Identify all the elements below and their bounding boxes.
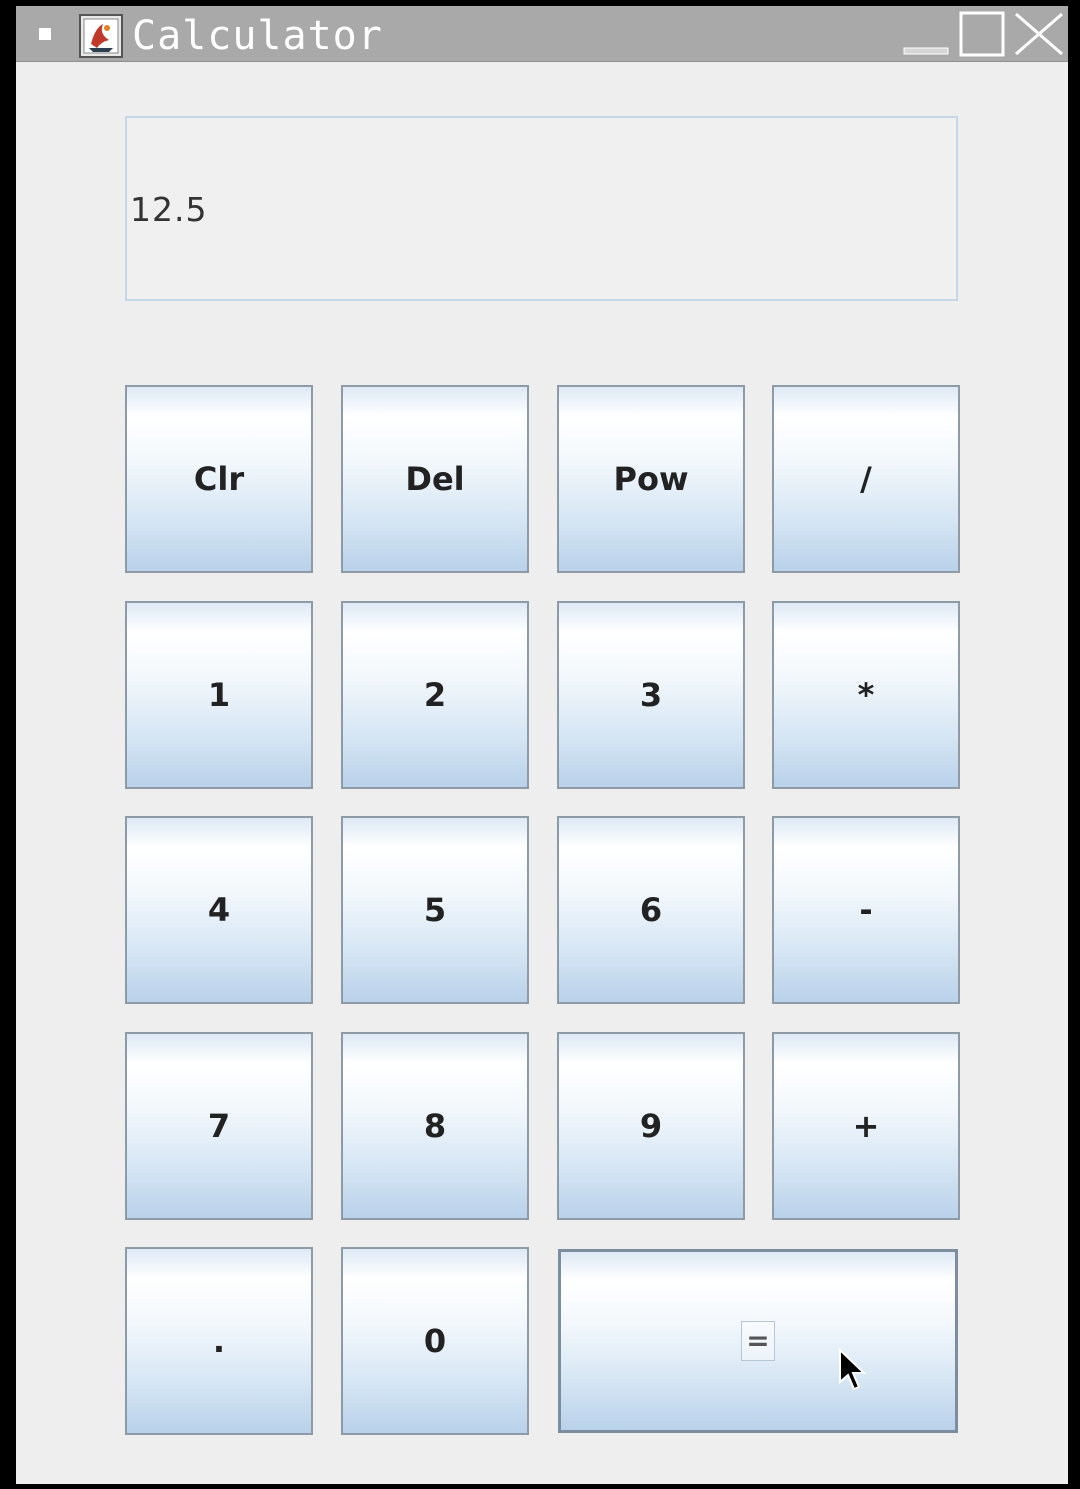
digit-2-button[interactable]: 2 [341,601,529,789]
display-value: 12.5 [130,190,208,229]
equals-button[interactable]: = [558,1249,958,1433]
calculator-window: Calculator 12.5 Clr Del Pow / 1 2 3 * 4 … [16,6,1068,1484]
decimal-button-label: . [212,1322,226,1360]
digit-0-label: 0 [423,1322,447,1360]
close-icon[interactable] [1012,10,1066,58]
delete-button-label: Del [405,460,465,498]
subtract-button-label: - [859,891,873,929]
digit-6-button[interactable]: 6 [557,816,745,1004]
clear-button-label: Clr [193,460,245,498]
digit-7-label: 7 [207,1107,231,1145]
multiply-button[interactable]: * [772,601,960,789]
digit-4-button[interactable]: 4 [125,816,313,1004]
multiply-button-label: * [857,676,875,714]
window-menu-icon[interactable] [39,28,51,40]
clear-button[interactable]: Clr [125,385,313,573]
power-button-label: Pow [613,460,689,498]
digit-1-button[interactable]: 1 [125,601,313,789]
digit-9-button[interactable]: 9 [557,1032,745,1220]
delete-button[interactable]: Del [341,385,529,573]
digit-9-label: 9 [639,1107,663,1145]
digit-8-button[interactable]: 8 [341,1032,529,1220]
digit-0-button[interactable]: 0 [341,1247,529,1435]
add-button-label: + [852,1107,880,1145]
java-app-icon [79,14,123,58]
digit-7-button[interactable]: 7 [125,1032,313,1220]
add-button[interactable]: + [772,1032,960,1220]
result-display[interactable]: 12.5 [125,116,958,301]
subtract-button[interactable]: - [772,816,960,1004]
window-title: Calculator [132,13,383,59]
power-button[interactable]: Pow [557,385,745,573]
digit-1-label: 1 [207,676,231,714]
equals-button-label: = [741,1321,775,1361]
digit-2-label: 2 [423,676,447,714]
digit-8-label: 8 [423,1107,447,1145]
divide-button[interactable]: / [772,385,960,573]
digit-3-button[interactable]: 3 [557,601,745,789]
digit-4-label: 4 [207,891,231,929]
decimal-button[interactable]: . [125,1247,313,1435]
digit-3-label: 3 [639,676,663,714]
title-bar[interactable]: Calculator [16,6,1068,62]
divide-button-label: / [860,460,872,498]
maximize-icon[interactable] [958,10,1008,58]
minimize-icon[interactable] [902,10,952,58]
digit-6-label: 6 [639,891,663,929]
digit-5-label: 5 [423,891,447,929]
digit-5-button[interactable]: 5 [341,816,529,1004]
